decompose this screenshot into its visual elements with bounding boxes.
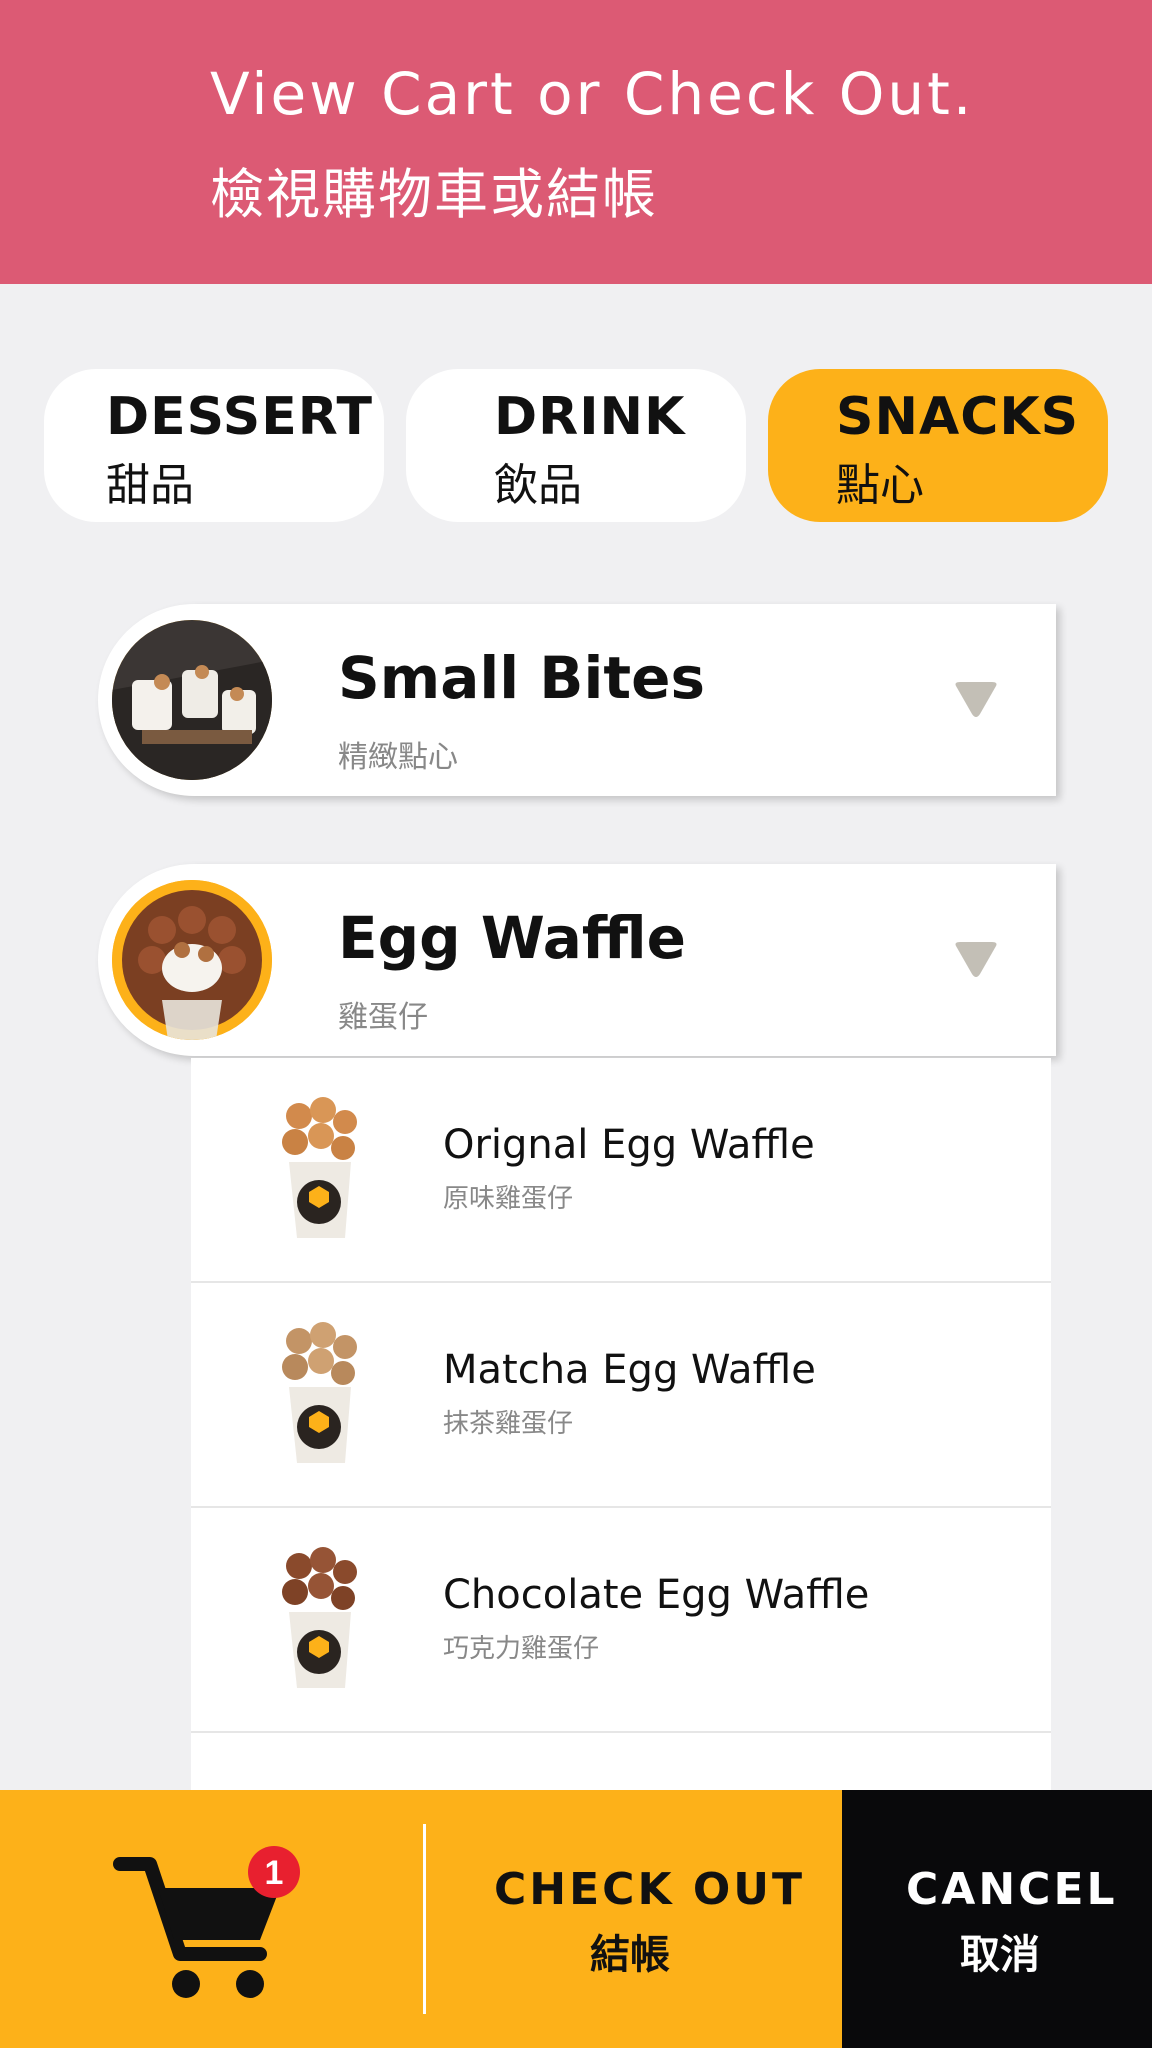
- tab-snacks[interactable]: SNACKS 點心: [768, 369, 1108, 522]
- category-title-en: Egg Waffle: [338, 904, 686, 972]
- tab-label-zh: 點心: [836, 460, 924, 511]
- cancel-label-zh: 取消: [960, 1932, 1040, 1978]
- cancel-label-en: CANCEL: [906, 1864, 1118, 1915]
- tab-label-en: SNACKS: [836, 387, 1080, 447]
- tab-label-en: DRINK: [494, 387, 686, 447]
- chocolate-egg-waffle-thumbnail: [282, 1547, 357, 1688]
- tab-label-zh: 甜品: [106, 460, 194, 511]
- category-small-bites[interactable]: Small Bites 精緻點心: [98, 604, 1056, 796]
- category-title-zh: 雞蛋仔: [338, 1000, 428, 1035]
- tab-dessert[interactable]: DESSERT 甜品: [44, 369, 384, 522]
- list-item-matcha-egg-waffle[interactable]: Matcha Egg Waffle 抹茶雞蛋仔: [191, 1283, 1051, 1508]
- divider: [423, 1824, 426, 2014]
- list-item-chocolate-egg-waffle[interactable]: Chocolate Egg Waffle 巧克力雞蛋仔: [191, 1508, 1051, 1733]
- checkout-label-en: CHECK OUT: [494, 1864, 806, 1915]
- tab-label-zh: 飲品: [494, 460, 582, 511]
- category-egg-waffle[interactable]: Egg Waffle 雞蛋仔: [98, 864, 1056, 1056]
- category-title-zh: 精緻點心: [338, 740, 458, 775]
- item-name-zh: 巧克力雞蛋仔: [443, 1634, 600, 1664]
- checkout-label-zh: 結帳: [590, 1932, 670, 1978]
- list-item-original-egg-waffle[interactable]: Orignal Egg Waffle 原味雞蛋仔: [191, 1058, 1051, 1283]
- header-title-zh: 檢視購物車或結帳: [210, 163, 658, 226]
- shopping-cart-icon[interactable]: 1: [110, 1844, 310, 2004]
- header-title-en: View Cart or Check Out.: [210, 60, 975, 128]
- small-bites-photo: [112, 620, 272, 780]
- item-name-en: Matcha Egg Waffle: [443, 1347, 816, 1393]
- page-header: View Cart or Check Out. 檢視購物車或結帳: [0, 0, 1152, 284]
- tab-drink[interactable]: DRINK 飲品: [406, 369, 746, 522]
- checkout-button[interactable]: CHECK OUT 結帳: [430, 1790, 842, 2048]
- item-name-zh: 原味雞蛋仔: [443, 1184, 574, 1214]
- item-name-en: Orignal Egg Waffle: [443, 1122, 815, 1168]
- cart-count: 1: [265, 1854, 284, 1892]
- chevron-down-icon[interactable]: [952, 680, 1000, 720]
- category-title-en: Small Bites: [338, 644, 705, 712]
- cancel-button[interactable]: CANCEL 取消: [842, 1790, 1152, 2048]
- matcha-egg-waffle-thumbnail: [282, 1322, 357, 1463]
- egg-waffle-photo: [112, 880, 272, 1040]
- item-name-zh: 抹茶雞蛋仔: [443, 1409, 574, 1439]
- original-egg-waffle-thumbnail: [282, 1097, 357, 1238]
- bottom-action-bar: 1 CHECK OUT 結帳 CANCEL 取消: [0, 1790, 1152, 2048]
- egg-waffle-item-list: Orignal Egg Waffle 原味雞蛋仔 Matcha Egg Waff…: [191, 1058, 1051, 1790]
- tab-label-en: DESSERT: [106, 387, 373, 447]
- chevron-down-icon[interactable]: [952, 940, 1000, 980]
- item-name-en: Chocolate Egg Waffle: [443, 1572, 870, 1618]
